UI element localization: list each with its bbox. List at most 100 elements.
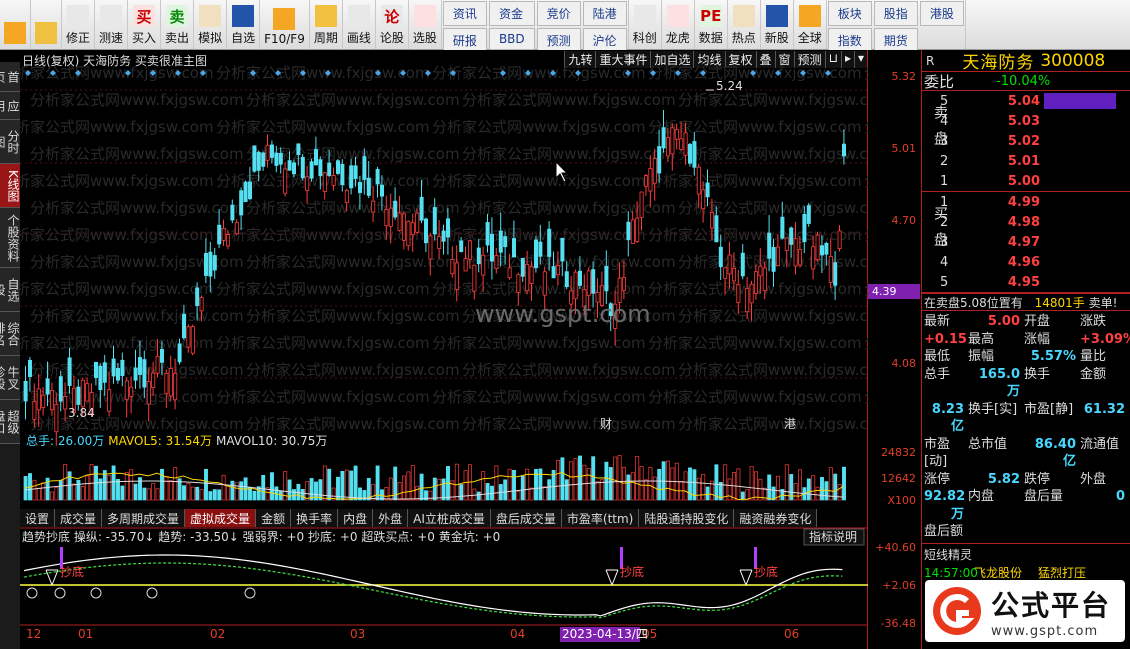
volume-bar [688, 467, 692, 501]
论股-button[interactable]: 论论股 [376, 0, 409, 49]
画线-button[interactable]: 画线 [343, 0, 376, 49]
quote-header: R 天海防务 300008 [922, 50, 1130, 73]
ind-tab-1[interactable]: 成交量 [55, 509, 103, 527]
ind-tab-6[interactable]: 内盘 [338, 509, 374, 527]
龙虎-button[interactable]: 龙虎 [662, 0, 695, 49]
vol-legend-c: MAVOL10: 30.75万 [216, 434, 327, 448]
btn-button[interactable] [31, 0, 62, 49]
测速-button[interactable]: 测速 [95, 0, 129, 49]
bottom-signal-label: 抄底 [60, 564, 84, 579]
修正-button[interactable]: 修正 [62, 0, 96, 49]
candle-body [357, 182, 362, 193]
candle-body [335, 160, 340, 174]
left-tab-0[interactable]: 首页 [0, 62, 20, 92]
ind-tab-0[interactable]: 设置 [20, 509, 56, 527]
sells-price: 5.00 [1007, 173, 1040, 189]
short-title: 短线精灵 [924, 547, 973, 562]
left-tab-4[interactable]: 个股资料 [0, 208, 20, 268]
quick-link-BBD[interactable]: BBD [488, 28, 535, 50]
ind-tab-12[interactable]: 融资融券变化 [734, 509, 818, 527]
fire-label: 热点 [731, 31, 756, 45]
candle-body [296, 143, 301, 155]
volume-bar [837, 484, 842, 501]
short-row[interactable]: 14:57:00 飞龙股份 猛烈打压 [922, 565, 1130, 581]
market-link-港股[interactable]: 港股 [919, 1, 964, 26]
left-tab-3[interactable]: K线图 [0, 164, 20, 208]
candle-body [547, 228, 552, 257]
热点-button[interactable]: 热点 [728, 0, 761, 49]
选股-button[interactable]: 选股 [409, 0, 442, 49]
volume-bar [639, 466, 644, 501]
left-tab-2[interactable]: 分时图 [0, 120, 20, 164]
volume-bar [820, 477, 824, 501]
candle-body [129, 386, 134, 397]
left-tab-8[interactable]: 超级盘口 [0, 400, 20, 444]
ind-tab-2[interactable]: 多周期成交量 [102, 509, 186, 527]
卖出-button[interactable]: 卖卖出 [161, 0, 195, 49]
买入-button[interactable]: 买买入 [128, 0, 162, 49]
quick-link-竞价[interactable]: 竞价 [536, 1, 581, 26]
candle-body [190, 326, 195, 354]
ind-tab-7[interactable]: 外盘 [373, 509, 409, 527]
自选-button[interactable]: 自选 [227, 0, 261, 49]
pencil-label: 画线 [346, 31, 371, 45]
candle-body [758, 265, 763, 277]
ind-tab-9[interactable]: 盘后成交量 [490, 509, 562, 527]
ind-tab-5[interactable]: 换手率 [291, 509, 339, 527]
volume-bar [164, 476, 169, 501]
volume-bar [630, 472, 635, 501]
ind-tab-8[interactable]: AI立桩成交量 [408, 509, 491, 527]
volume-bar [182, 485, 186, 501]
candle-body [837, 230, 842, 250]
F10/F9-button[interactable]: F10/F9 [260, 0, 310, 49]
周期-button[interactable]: 周期 [310, 0, 343, 49]
quick-link-陆港[interactable]: 陆港 [582, 1, 627, 26]
left-tab-6[interactable]: 综合排名 [0, 312, 20, 356]
star-label: 自选 [231, 31, 256, 45]
volume-bar [36, 487, 41, 501]
volume-bar [151, 483, 156, 501]
科创-button[interactable]: 科创 [629, 0, 662, 49]
数据-button[interactable]: PE 数据 [695, 0, 728, 49]
btn-button[interactable] [0, 0, 31, 49]
left-tab-5[interactable]: 自选股 [0, 268, 20, 312]
bg-watermark: 分析家公式网www.fxjgsw.com [678, 361, 868, 379]
volume-bar [195, 486, 200, 501]
f10-icon [273, 8, 296, 30]
buy-point-icon [54, 587, 66, 599]
quick-link-资讯[interactable]: 资讯 [442, 1, 487, 26]
volume-bar [388, 477, 393, 501]
ind-tab-4[interactable]: 金额 [256, 509, 292, 527]
bg-watermark: 分析家公式网www.fxjgsw.com [432, 388, 646, 406]
ind-tab-11[interactable]: 陆股通持股变化 [639, 509, 735, 527]
kline-chart[interactable]: 分析家公式网www.fxjgsw.com 分析家公式网www.fxjgsw.com… [20, 50, 868, 649]
webi-value: -10.04% [996, 73, 1051, 89]
volume-bar [146, 488, 151, 501]
volume-bar [459, 484, 464, 501]
ind-tab-10[interactable]: 市盈率(ttm) [561, 509, 640, 527]
ind-tab-3[interactable]: 虚拟成交量 [185, 509, 257, 527]
新股-button[interactable]: 新股 [761, 0, 794, 49]
kline-panel[interactable]: 日线(复权) 天海防务 买卖很准主图 九转 重大事件 加自选 均线 复权叠窗预测 ⊔ ▸ ▾ … [20, 50, 868, 649]
volume-bar [591, 456, 596, 501]
candle-body [410, 222, 415, 236]
quote-panel: R 天海防务 300008 委比 -10.04% 卖盘 5 5.04 4 5.03 3 5.… [921, 50, 1130, 649]
candle-body [710, 212, 715, 229]
candle-body [428, 235, 433, 260]
market-link-板块[interactable]: 板块 [827, 1, 872, 26]
stat-label2: 盘后额 [924, 524, 964, 539]
candle-body [560, 237, 565, 262]
left-tab-7[interactable]: 牛叉诊股 [0, 356, 20, 400]
logo-text: 公式平台 [991, 588, 1112, 622]
candle-body [278, 152, 283, 165]
left-tab-1[interactable]: 应用 [0, 92, 20, 120]
stat-label: 振幅 [968, 349, 995, 364]
market-link-股指[interactable]: 股指 [873, 1, 918, 26]
全球-button[interactable]: 全球 [794, 0, 827, 49]
buys-price: 4.99 [1007, 194, 1040, 210]
volume-bar [604, 461, 609, 501]
volume-bar [76, 479, 81, 501]
quick-col: 竞价 预测 [536, 0, 582, 53]
模拟-button[interactable]: 模拟 [194, 0, 228, 49]
quick-link-资金[interactable]: 资金 [488, 1, 535, 26]
